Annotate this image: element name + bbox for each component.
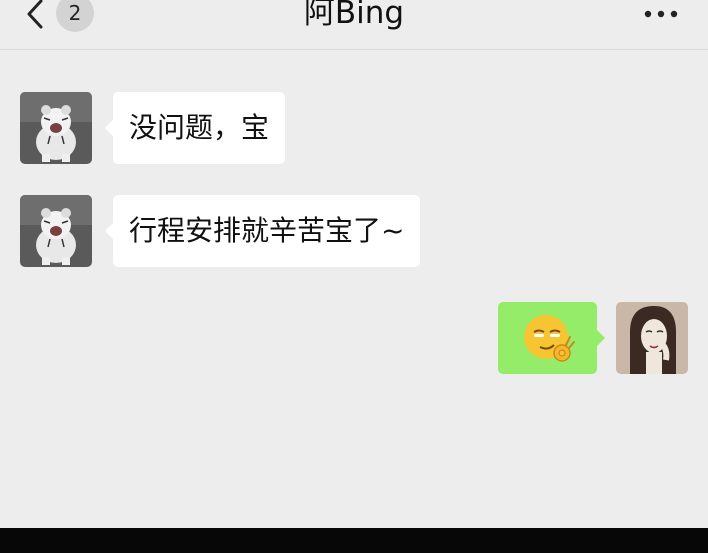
chat-header: 2 阿Bing xyxy=(0,0,708,50)
tiger-cub-photo xyxy=(20,195,92,267)
my-avatar[interactable] xyxy=(616,302,688,374)
outgoing-message-bubble[interactable] xyxy=(498,302,605,374)
smirk-ok-hand-emoji-icon xyxy=(524,315,575,362)
bottom-bar xyxy=(0,528,708,553)
more-dots-icon[interactable] xyxy=(642,2,682,22)
contact-avatar[interactable] xyxy=(20,195,92,267)
message-text: 没问题，宝 xyxy=(129,111,270,144)
tiger-cub-photo xyxy=(20,92,92,164)
message-text: 行程安排就辛苦宝了~ xyxy=(129,214,405,247)
incoming-message-bubble[interactable]: 没问题，宝 xyxy=(105,92,286,164)
message-list[interactable]: 没问题，宝 行程安排就辛苦宝了~ xyxy=(0,50,708,528)
incoming-message-bubble[interactable]: 行程安排就辛苦宝了~ xyxy=(105,195,421,267)
contact-avatar[interactable] xyxy=(20,92,92,164)
page-title: 阿Bing xyxy=(303,0,405,31)
woman-portrait-photo xyxy=(616,302,688,374)
